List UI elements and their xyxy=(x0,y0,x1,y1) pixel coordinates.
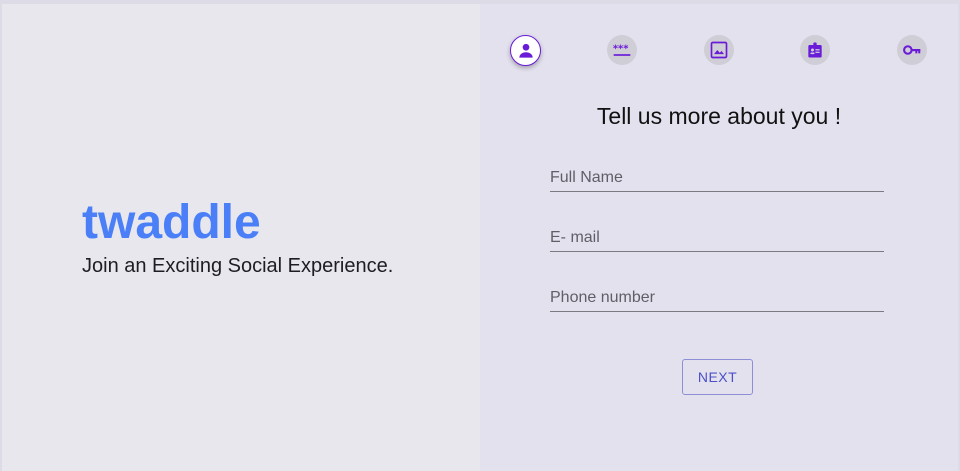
svg-text:***: *** xyxy=(613,44,629,55)
step-profile[interactable] xyxy=(510,35,541,66)
step-password[interactable]: *** xyxy=(607,35,637,65)
next-button[interactable]: NEXT xyxy=(682,359,753,395)
brand-tagline: Join an Exciting Social Experience. xyxy=(82,255,394,277)
brand-panel: twaddle Join an Exciting Social Experien… xyxy=(2,4,480,471)
full-name-input[interactable] xyxy=(550,167,884,189)
stepper: *** xyxy=(510,35,927,67)
signup-page: twaddle Join an Exciting Social Experien… xyxy=(2,4,958,471)
badge-icon xyxy=(808,42,822,58)
email-input[interactable] xyxy=(550,227,884,249)
phone-input[interactable] xyxy=(550,287,884,309)
key-icon xyxy=(903,45,921,55)
phone-field xyxy=(550,287,884,312)
step-image[interactable] xyxy=(704,35,734,65)
email-field xyxy=(550,227,884,252)
brand-title: twaddle xyxy=(82,196,261,249)
form-panel: *** Tell us more about you ! Full Name E… xyxy=(480,4,958,471)
person-icon xyxy=(518,43,533,58)
brand-block: twaddle Join an Exciting Social Experien… xyxy=(82,195,393,278)
step-badge[interactable] xyxy=(800,35,830,65)
password-icon: *** xyxy=(613,44,631,56)
image-icon xyxy=(710,41,728,59)
full-name-field xyxy=(550,167,884,192)
form-heading: Tell us more about you ! xyxy=(596,103,842,129)
step-key[interactable] xyxy=(897,35,927,65)
